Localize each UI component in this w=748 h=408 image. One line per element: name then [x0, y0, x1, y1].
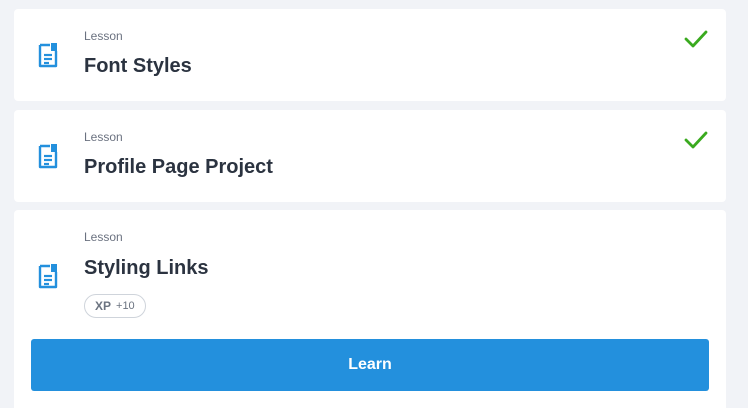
document-icon [38, 43, 58, 68]
learn-button[interactable]: Learn [31, 339, 709, 391]
lesson-list: Lesson Font Styles Lesson Profile Page P… [0, 0, 748, 408]
xp-label: XP [95, 299, 112, 313]
document-icon [38, 144, 58, 169]
lesson-card-font-styles[interactable]: Lesson Font Styles [14, 9, 726, 101]
lesson-card-styling-links: Lesson Styling Links XP +10 Learn [14, 210, 726, 408]
lesson-kind-label: Lesson [84, 29, 123, 43]
lesson-kind-label: Lesson [84, 130, 123, 144]
checkmark-icon [684, 131, 708, 149]
xp-badge: XP +10 [84, 294, 146, 318]
lesson-title: Font Styles [84, 55, 192, 77]
lesson-kind-label: Lesson [84, 230, 123, 244]
checkmark-icon [684, 30, 708, 48]
lesson-card-profile-page-project[interactable]: Lesson Profile Page Project [14, 110, 726, 202]
lesson-title: Styling Links [84, 257, 209, 279]
xp-value: +10 [116, 300, 135, 312]
lesson-title: Profile Page Project [84, 156, 273, 178]
document-icon [38, 264, 58, 289]
